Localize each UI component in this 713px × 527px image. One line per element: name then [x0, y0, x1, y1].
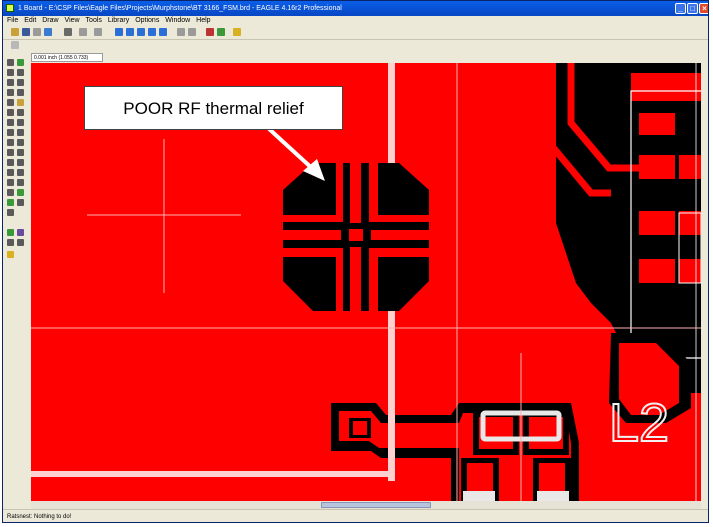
zoom-select-icon[interactable] [159, 28, 167, 36]
horizontal-scrollbar[interactable] [31, 501, 701, 509]
text-icon[interactable] [7, 169, 14, 176]
group-icon[interactable] [7, 99, 14, 106]
paste-icon[interactable] [7, 109, 14, 116]
silkscreen-outline [537, 491, 569, 501]
save-icon[interactable] [22, 28, 30, 36]
status-bar: Ratsnest: Nothing to do! [3, 509, 708, 522]
menu-edit[interactable]: Edit [24, 16, 36, 26]
undo-icon[interactable] [177, 28, 185, 36]
copper-pad [679, 155, 701, 179]
main-toolbar [3, 26, 708, 40]
copper-pad [679, 259, 701, 283]
eagle-window: 1 Board - E:\CSP Files\Eagle Files\Proje… [2, 0, 709, 523]
silkscreen-label: L2 [609, 393, 669, 453]
ratsnest-icon[interactable] [7, 229, 14, 236]
via-icon[interactable] [17, 189, 24, 196]
delete-icon[interactable] [17, 109, 24, 116]
menu-draw[interactable]: Draw [42, 16, 58, 26]
copper-pad [639, 155, 675, 179]
zoom-fit-icon[interactable] [115, 28, 123, 36]
attribute-icon[interactable] [7, 209, 14, 216]
redraw-icon[interactable] [148, 28, 156, 36]
copper-pad [639, 113, 675, 135]
circle-icon[interactable] [17, 169, 24, 176]
copper-pad [353, 421, 367, 435]
window-title: 1 Board - E:\CSP Files\Eagle Files\Proje… [18, 5, 342, 12]
copper-pad [639, 259, 675, 283]
menu-tools[interactable]: Tools [86, 16, 102, 26]
cam-icon[interactable] [44, 28, 52, 36]
display-icon[interactable] [7, 69, 14, 76]
go-icon[interactable] [217, 28, 225, 36]
ripup-icon[interactable] [7, 159, 14, 166]
copper-pad [639, 211, 675, 235]
scrollbar-thumb[interactable] [321, 502, 431, 508]
silkscreen-outline [31, 471, 395, 477]
split-icon[interactable] [17, 139, 24, 146]
script-icon[interactable] [79, 28, 87, 36]
coordinate-display: 0.001 inch (1.055 0.733) [31, 53, 103, 62]
name-icon[interactable] [17, 119, 24, 126]
mark-icon[interactable] [17, 69, 24, 76]
value-icon[interactable] [7, 129, 14, 136]
layer-icon[interactable] [11, 41, 19, 49]
polygon-icon[interactable] [7, 189, 14, 196]
print-icon[interactable] [33, 28, 41, 36]
open-icon[interactable] [11, 28, 19, 36]
silkscreen-outline [463, 491, 495, 501]
parameter-toolbar [3, 39, 708, 51]
miter-icon[interactable] [7, 139, 14, 146]
add-icon[interactable] [7, 119, 14, 126]
menu-options[interactable]: Options [135, 16, 159, 26]
maximize-icon[interactable]: □ [687, 3, 698, 14]
copy-icon[interactable] [17, 79, 24, 86]
close-icon[interactable]: × [699, 3, 708, 14]
zoom-out-icon[interactable] [137, 28, 145, 36]
menu-file[interactable]: File [7, 16, 18, 26]
copper-pad [631, 73, 701, 101]
errors-icon[interactable] [7, 251, 14, 258]
minimize-icon[interactable]: _ [675, 3, 686, 14]
rotate-icon[interactable] [17, 89, 24, 96]
zoom-in-icon[interactable] [126, 28, 134, 36]
smash-icon[interactable] [17, 129, 24, 136]
title-bar: 1 Board - E:\CSP Files\Eagle Files\Proje… [3, 1, 708, 16]
auto-icon[interactable] [17, 229, 24, 236]
info-icon[interactable] [7, 59, 14, 66]
erc-icon[interactable] [7, 239, 14, 246]
menu-view[interactable]: View [65, 16, 80, 26]
change-icon[interactable] [17, 99, 24, 106]
thermal-relief-pad [283, 163, 429, 311]
menu-help[interactable]: Help [196, 16, 210, 26]
callout-arrow [265, 125, 317, 173]
drc-icon[interactable] [17, 239, 24, 246]
show-icon[interactable] [17, 59, 24, 66]
run-icon[interactable] [94, 28, 102, 36]
redo-icon[interactable] [188, 28, 196, 36]
mirror-icon[interactable] [7, 89, 14, 96]
move-icon[interactable] [7, 79, 14, 86]
route-icon[interactable] [17, 149, 24, 156]
stop-icon[interactable] [206, 28, 214, 36]
menu-library[interactable]: Library [108, 16, 129, 26]
app-icon [6, 4, 14, 12]
board-icon[interactable] [64, 28, 72, 36]
menu-bar: File Edit Draw View Tools Library Option… [3, 16, 708, 26]
rect-icon[interactable] [17, 179, 24, 186]
help-icon[interactable] [233, 28, 241, 36]
hole-icon[interactable] [17, 199, 24, 206]
copper-pad [679, 211, 701, 235]
optimize-icon[interactable] [7, 149, 14, 156]
vertical-scrollbar[interactable] [701, 63, 708, 501]
signal-icon[interactable] [7, 199, 14, 206]
callout-label: POOR RF thermal relief [84, 86, 343, 130]
wire-icon[interactable] [17, 159, 24, 166]
menu-window[interactable]: Window [165, 16, 190, 26]
arc-icon[interactable] [7, 179, 14, 186]
